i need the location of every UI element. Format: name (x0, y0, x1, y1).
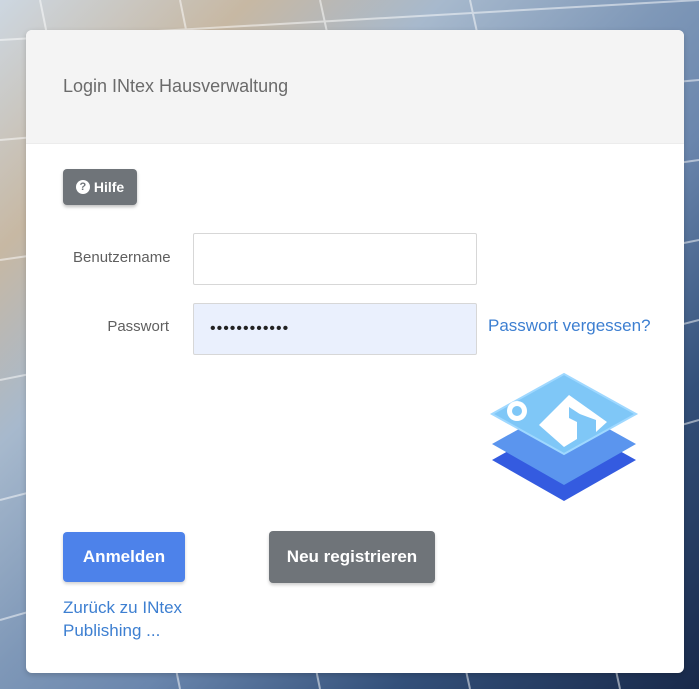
username-label: Benutzername (73, 249, 171, 266)
password-input[interactable] (193, 303, 477, 355)
card-header: Login INtex Hausverwaltung (26, 30, 684, 144)
register-button[interactable]: Neu registrieren (269, 531, 435, 583)
login-card: Login INtex Hausverwaltung ? Hilfe Benut… (26, 30, 684, 673)
question-circle-icon: ? (75, 180, 90, 194)
back-to-publishing-link[interactable]: Zurück zu INtex Publishing ... (63, 596, 213, 642)
login-button[interactable]: Anmelden (63, 532, 185, 582)
password-label: Passwort (107, 318, 169, 335)
help-button[interactable]: ? Hilfe (63, 169, 137, 205)
forgot-password-link[interactable]: Passwort vergessen? (488, 316, 651, 336)
username-input[interactable] (193, 233, 477, 285)
house-layers-logo (485, 368, 643, 518)
help-button-label: Hilfe (93, 179, 125, 195)
page-title: Login INtex Hausverwaltung (63, 76, 289, 96)
